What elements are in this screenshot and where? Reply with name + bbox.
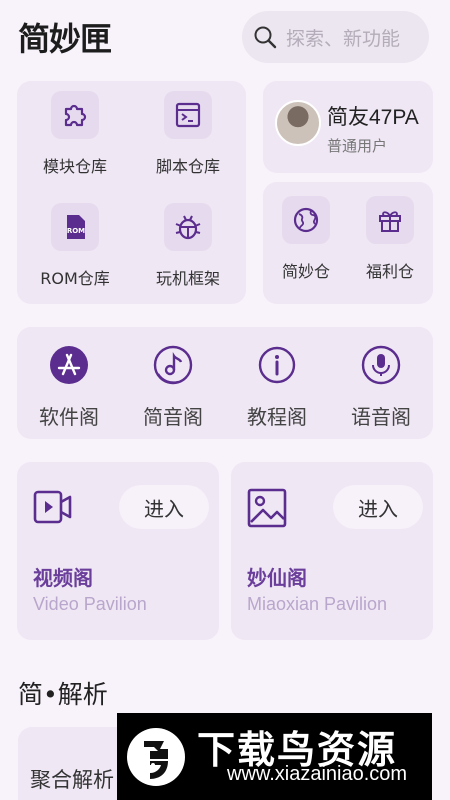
feature-title: 视频阁 bbox=[33, 566, 93, 590]
music-icon bbox=[153, 345, 193, 385]
feature-subtitle: Miaoxian Pavilion bbox=[247, 594, 388, 614]
microphone-icon bbox=[361, 345, 401, 385]
terminal-icon bbox=[175, 102, 201, 128]
tile-framework[interactable]: 玩机框架 bbox=[138, 203, 238, 289]
tile-label: ROM仓库 bbox=[40, 269, 110, 288]
gift-icon bbox=[379, 211, 401, 232]
miaoxian-pavilion-card[interactable]: 进入 妙仙阁 Miaoxian Pavilion bbox=[231, 462, 433, 640]
tile-script-repo[interactable]: 脚本仓库 bbox=[138, 91, 238, 177]
search-icon bbox=[254, 26, 277, 49]
tile-label: 玩机框架 bbox=[155, 269, 220, 288]
rom-file-icon: ROM bbox=[67, 215, 85, 239]
extras-card: 简妙仓 福利仓 bbox=[263, 182, 433, 304]
watermark-banner: 下载鸟资源 www.xiazainiao.com bbox=[117, 713, 432, 800]
tile-label: 模块仓库 bbox=[42, 157, 107, 176]
tile-label: 简音阁 bbox=[143, 405, 203, 429]
tile-label: 语音阁 bbox=[351, 405, 411, 429]
card-label: 聚合解析 bbox=[30, 768, 114, 792]
info-icon bbox=[258, 346, 296, 384]
tile-label: 软件阁 bbox=[39, 405, 99, 429]
profile-card[interactable]: 简友47PA 普通用户 bbox=[263, 81, 433, 173]
enter-button[interactable]: 进入 bbox=[333, 485, 423, 529]
video-pavilion-card[interactable]: 进入 视频阁 Video Pavilion bbox=[17, 462, 219, 640]
bug-icon bbox=[175, 215, 201, 240]
app-store-icon bbox=[50, 346, 88, 384]
user-role: 普通用户 bbox=[327, 137, 388, 155]
tile-rom-repo[interactable]: ROM ROM仓库 bbox=[25, 203, 125, 289]
tile-software[interactable]: 软件阁 bbox=[19, 341, 119, 430]
puzzle-icon bbox=[64, 104, 87, 127]
image-icon bbox=[247, 488, 287, 528]
feature-subtitle: Video Pavilion bbox=[33, 594, 147, 614]
enter-button[interactable]: 进入 bbox=[119, 485, 209, 529]
watermark-url: www.xiazainiao.com bbox=[227, 763, 408, 785]
section-title: 简•解析 bbox=[18, 680, 108, 709]
repository-card: 模块仓库 脚本仓库 ROM ROM仓库 玩机框架 bbox=[17, 81, 246, 304]
feature-title: 妙仙阁 bbox=[247, 566, 307, 590]
avatar bbox=[275, 100, 321, 146]
tile-voice[interactable]: 语音阁 bbox=[331, 341, 431, 430]
bird-logo-icon bbox=[127, 728, 185, 786]
tile-label: 教程阁 bbox=[247, 405, 307, 429]
tile-module-repo[interactable]: 模块仓库 bbox=[25, 91, 125, 177]
svg-text:ROM: ROM bbox=[67, 227, 85, 235]
globe-icon bbox=[293, 207, 319, 233]
user-name: 简友47PA bbox=[327, 106, 419, 129]
tile-label: 福利仓 bbox=[365, 262, 414, 281]
search-placeholder: 探索、新功能 bbox=[286, 27, 401, 50]
tile-tutorial[interactable]: 教程阁 bbox=[227, 341, 327, 430]
search-bar[interactable]: 探索、新功能 bbox=[242, 11, 429, 63]
tile-welfare-repo[interactable]: 福利仓 bbox=[340, 196, 440, 282]
pavilion-row: 软件阁 简音阁 教程阁 语音阁 bbox=[17, 327, 433, 439]
tile-music[interactable]: 简音阁 bbox=[123, 341, 223, 430]
app-logo: 简妙匣 bbox=[18, 20, 112, 58]
tile-label: 脚本仓库 bbox=[155, 157, 220, 176]
video-icon bbox=[33, 490, 72, 524]
